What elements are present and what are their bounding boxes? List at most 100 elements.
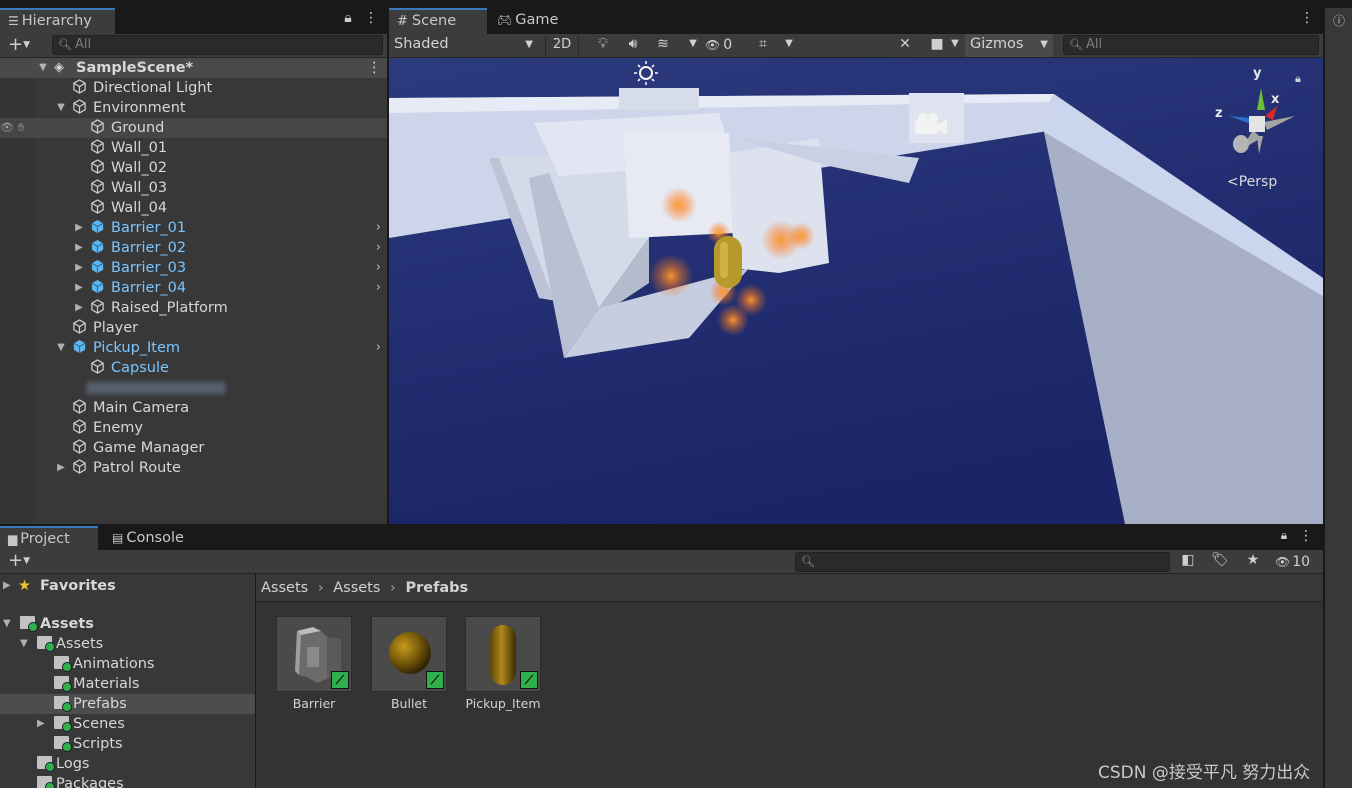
hierarchy-item[interactable]: Main Camera — [0, 398, 387, 418]
visibility-eye-icon[interactable]: 👁︎ — [0, 118, 14, 138]
hierarchy-item-selected[interactable]: 👁︎ ✋︎ Ground — [0, 118, 387, 138]
toggle-2d-button[interactable]: 2D — [545, 36, 579, 56]
hierarchy-item[interactable]: Wall_01 — [0, 138, 387, 158]
project-search-input[interactable]: 🔍︎ — [795, 552, 1170, 572]
tab-game[interactable]: 🎮︎Game — [489, 8, 579, 34]
tab-scene[interactable]: #Scene — [389, 8, 487, 34]
hierarchy-item[interactable]: Enemy — [0, 418, 387, 438]
search-by-label-icon[interactable]: 🏷︎ — [1210, 552, 1230, 568]
effects-layers-icon[interactable]: ≋ — [653, 36, 673, 52]
camera-dropdown-arrow-icon[interactable]: ▼ — [949, 38, 961, 49]
expand-arrow-icon[interactable]: ▶ — [74, 298, 84, 318]
tools-wrench-icon[interactable]: ✕ — [895, 36, 915, 52]
expand-arrow-icon[interactable]: ▶ — [3, 576, 11, 596]
grid-snap-icon[interactable]: ⌗ — [753, 36, 773, 52]
expand-arrow-icon[interactable]: ▶ — [74, 278, 84, 298]
tab-console[interactable]: ▤Console — [104, 526, 204, 552]
favorite-star-icon[interactable]: ★ — [1243, 552, 1263, 568]
add-icon[interactable]: +▼ — [4, 34, 34, 56]
gizmo-lock-icon[interactable]: 🔒︎ — [1295, 72, 1301, 86]
chevron-right-icon[interactable]: › — [376, 238, 381, 258]
lock-icon[interactable]: 🔒︎ — [340, 10, 356, 26]
breadcrumb-item[interactable]: Assets — [333, 580, 380, 596]
hierarchy-item-prefab[interactable]: ▶ Barrier_04 › — [0, 278, 387, 298]
hierarchy-item[interactable]: Wall_04 — [0, 198, 387, 218]
collapse-arrow-icon[interactable]: ▼ — [56, 98, 66, 118]
tab-hierarchy[interactable]: ☰Hierarchy — [0, 8, 115, 34]
breadcrumb-item[interactable]: Assets — [261, 580, 308, 596]
hidden-objects-toggle[interactable]: 👁︎0 — [705, 35, 747, 56]
gizmos-button[interactable]: Gizmos ▼ — [965, 34, 1053, 57]
expand-arrow-icon[interactable]: ▶ — [74, 218, 84, 238]
hierarchy-item[interactable]: ▶ Patrol Route — [0, 458, 387, 478]
tree-item-favorites[interactable]: ▶ ★ Favorites — [0, 576, 255, 596]
collapse-arrow-icon[interactable]: ▼ — [38, 58, 48, 78]
tree-item-prefabs-selected[interactable]: Prefabs — [0, 694, 255, 714]
hierarchy-item[interactable]: Directional Light — [0, 78, 387, 98]
hierarchy-item[interactable]: Capsule — [0, 358, 387, 378]
gameobject-cube-icon — [90, 358, 109, 378]
asset-barrier[interactable]: ⟋ Barrier — [275, 616, 353, 711]
lighting-bulb-icon[interactable]: 💡︎ — [593, 36, 613, 52]
hidden-packages-toggle[interactable]: 👁︎10 — [1275, 552, 1321, 572]
tree-item-animations[interactable]: Animations — [0, 654, 255, 674]
expand-arrow-icon[interactable]: ▶ — [37, 714, 45, 734]
hierarchy-item[interactable]: ▼ Environment — [0, 98, 387, 118]
gizmos-dropdown-arrow-icon: ▼ — [1040, 34, 1048, 55]
breadcrumb-item-current[interactable]: Prefabs — [405, 580, 468, 596]
tree-item-scenes[interactable]: ▶ Scenes — [0, 714, 255, 734]
hierarchy-search-input[interactable]: 🔍︎All — [52, 35, 383, 55]
persp-toggle[interactable]: <Persp — [1227, 174, 1277, 190]
audio-speaker-icon[interactable]: 🔊︎ — [623, 36, 643, 52]
pickable-hand-icon[interactable]: ✋︎ — [18, 118, 24, 138]
project-menu-icon[interactable]: ⋮ — [1299, 528, 1311, 544]
tree-item-logs[interactable]: Logs — [0, 754, 255, 774]
tree-item-scripts[interactable]: Scripts — [0, 734, 255, 754]
scene-render — [389, 58, 1323, 524]
scene-panel-menu-icon[interactable]: ⋮ — [1300, 10, 1312, 26]
scene-header-row[interactable]: ▼ ◈ SampleScene* ⋮ — [0, 58, 387, 78]
hierarchy-item-prefab[interactable]: ▶ Barrier_01 › — [0, 218, 387, 238]
asset-bullet[interactable]: ⟋ Bullet — [370, 616, 448, 711]
tree-item-materials[interactable]: Materials — [0, 674, 255, 694]
scene-search-input[interactable]: 🔍︎All — [1063, 35, 1319, 55]
hierarchy-item-prefab[interactable]: ▶ Barrier_03 › — [0, 258, 387, 278]
tree-item-assets-root[interactable]: ▼ Assets — [0, 614, 255, 634]
hierarchy-item[interactable]: Wall_03 — [0, 178, 387, 198]
scene-menu-icon[interactable]: ⋮ — [367, 58, 382, 78]
project-lock-icon[interactable]: 🔒︎ — [1277, 528, 1291, 543]
hierarchy-item[interactable]: ▶ Raised_Platform — [0, 298, 387, 318]
collapse-arrow-icon[interactable]: ▼ — [3, 614, 11, 634]
tree-item-assets[interactable]: ▼ Assets — [0, 634, 255, 654]
expand-arrow-icon[interactable]: ▶ — [56, 458, 66, 478]
grid-dropdown-arrow-icon[interactable]: ▼ — [783, 38, 795, 49]
top-strip — [0, 0, 1352, 8]
effects-dropdown-arrow-icon[interactable]: ▼ — [687, 38, 699, 49]
hierarchy-item[interactable]: Player — [0, 318, 387, 338]
asset-pickup-item[interactable]: ⟋ Pickup_Item — [464, 616, 542, 711]
scene-viewport[interactable]: y x z 🔒︎ <Persp — [389, 58, 1323, 524]
blurred-label — [86, 382, 226, 394]
collapse-arrow-icon[interactable]: ▼ — [56, 338, 66, 358]
info-icon[interactable]: ⓘ — [1331, 12, 1347, 29]
hierarchy-item-prefab[interactable]: ▼ Pickup_Item › — [0, 338, 387, 358]
collapse-arrow-icon[interactable]: ▼ — [20, 634, 28, 654]
breadcrumb-separator-icon: › — [318, 580, 324, 596]
hierarchy-item[interactable]: Game Manager — [0, 438, 387, 458]
shading-mode-dropdown[interactable]: Shaded ▼ — [389, 34, 539, 57]
hierarchy-item[interactable]: Wall_02 — [0, 158, 387, 178]
expand-arrow-icon[interactable]: ▶ — [74, 238, 84, 258]
tree-item-packages[interactable]: Packages — [0, 774, 255, 788]
gameobject-cube-icon — [90, 178, 109, 198]
tab-project[interactable]: ▆Project — [0, 526, 98, 552]
camera-icon[interactable]: ■ — [927, 36, 947, 52]
chevron-right-icon[interactable]: › — [376, 338, 381, 358]
chevron-right-icon[interactable]: › — [376, 258, 381, 278]
hierarchy-item-prefab[interactable]: ▶ Barrier_02 › — [0, 238, 387, 258]
search-by-type-icon[interactable]: ◧ — [1178, 552, 1198, 568]
chevron-right-icon[interactable]: › — [376, 278, 381, 298]
chevron-right-icon[interactable]: › — [376, 218, 381, 238]
panel-menu-icon[interactable]: ⋮ — [364, 10, 376, 26]
expand-arrow-icon[interactable]: ▶ — [74, 258, 84, 278]
create-add-icon[interactable]: +▼ — [4, 550, 34, 572]
